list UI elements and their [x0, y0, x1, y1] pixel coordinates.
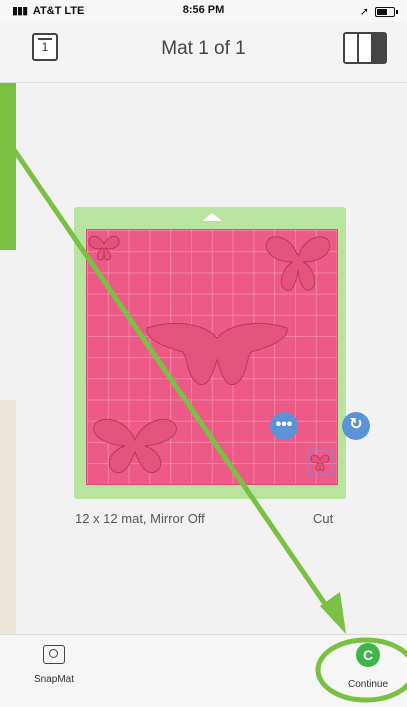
- continue-label: Continue: [347, 679, 389, 690]
- snapmat-button[interactable]: SnapMat: [26, 645, 82, 685]
- butterfly-tiny-shape[interactable]: [307, 450, 333, 476]
- nav-bar: 1 Mat 1 of 1: [0, 22, 407, 83]
- panel-toggle-icon[interactable]: [343, 32, 387, 64]
- continue-button[interactable]: C Continue: [338, 643, 398, 690]
- cutting-mat[interactable]: [74, 207, 346, 499]
- mat-info-text: 12 x 12 mat, Mirror Off: [75, 511, 205, 526]
- moth-shape[interactable]: [143, 320, 291, 390]
- continue-icon: C: [356, 643, 380, 667]
- butterfly-small-shape[interactable]: [87, 234, 121, 262]
- camera-icon: [43, 645, 65, 664]
- status-right: ➚: [359, 5, 398, 18]
- status-bar: ▮▮▮ AT&T LTE 8:56 PM ➚: [0, 0, 407, 22]
- battery-icon: [375, 6, 398, 17]
- annotation-arrow-head: [320, 592, 346, 634]
- butterfly-bottom-shape[interactable]: [89, 414, 181, 476]
- mat-grid: [86, 229, 338, 485]
- snapmat-label: SnapMat: [33, 674, 75, 685]
- background-strip-bottom: [0, 400, 16, 660]
- butterfly-large-shape[interactable]: [263, 232, 333, 296]
- rotate-icon[interactable]: ↻: [342, 412, 370, 440]
- more-options-button[interactable]: •••: [270, 412, 298, 440]
- bottom-bar: SnapMat C Continue: [0, 634, 407, 707]
- mat-action-text: Cut: [313, 511, 334, 526]
- clock: 8:56 PM: [182, 4, 225, 16]
- mat-notch: [202, 213, 222, 221]
- location-icon: ➚: [359, 6, 369, 18]
